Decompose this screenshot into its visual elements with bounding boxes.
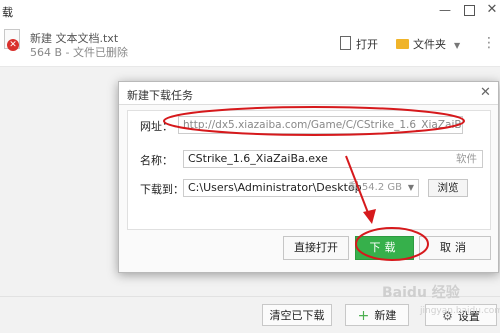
folder-icon [396, 39, 409, 49]
document-icon [340, 36, 351, 50]
window-title: 载 [2, 6, 13, 19]
url-input[interactable]: http://dx5.xiazaiba.com/Game/C/CStrike_1… [178, 116, 463, 134]
open-folder-button[interactable]: 文件夹 ▼ [396, 36, 460, 52]
open-folder-label: 文件夹 [413, 38, 446, 51]
dialog-close-icon[interactable]: ✕ [480, 85, 491, 100]
url-label: 网址： [140, 120, 173, 133]
free-space-label: 剩:54.2 GB [348, 182, 402, 193]
plus-icon: + [357, 308, 370, 324]
dialog-title: 新建下载任务 [127, 89, 193, 102]
more-options-icon[interactable]: ⋮ [482, 35, 496, 51]
file-status: 564 B - 文件已删除 [30, 46, 129, 59]
clear-downloaded-button[interactable]: 清空已下载 [262, 304, 332, 326]
new-task-label: 新建 [374, 309, 397, 322]
baidu-watermark-url: jingyan.baidu.com [420, 306, 500, 316]
file-name-input[interactable]: CStrike_1.6_XiaZaiBa.exe 软件 [183, 150, 483, 168]
minimize-icon[interactable]: — [438, 3, 452, 17]
name-label: 名称： [140, 154, 173, 167]
open-file-button[interactable]: 打开 [340, 36, 378, 52]
save-path-value: C:\Users\Administrator\Desktop [188, 181, 362, 194]
dialog-form: 网址： http://dx5.xiazaiba.com/Game/C/CStri… [127, 110, 491, 230]
chevron-down-icon[interactable]: ▼ [408, 180, 414, 196]
title-bar: 载 — ✕ [0, 0, 500, 23]
cancel-button[interactable]: 取消 [419, 236, 491, 260]
new-download-dialog: 新建下载任务 ✕ 网址： http://dx5.xiazaiba.com/Gam… [118, 81, 499, 273]
new-task-button[interactable]: + 新建 [345, 304, 409, 326]
browse-button[interactable]: 浏览 [428, 179, 468, 197]
download-list-item[interactable]: ✕ 新建 文本文档.txt 564 B - 文件已删除 打开 文件夹 ▼ ⋮ [0, 22, 500, 67]
save-path-label: 下载到： [140, 183, 184, 196]
download-button[interactable]: 下载 [355, 236, 414, 260]
error-icon: ✕ [7, 39, 19, 51]
file-type-label: 软件 [456, 153, 477, 165]
open-file-label: 打开 [356, 38, 378, 51]
file-name-value: CStrike_1.6_XiaZaiBa.exe [188, 152, 328, 165]
maximize-icon[interactable] [462, 3, 476, 17]
baidu-watermark: Baidu 经验 [382, 285, 460, 301]
chevron-down-icon[interactable]: ▼ [454, 41, 460, 50]
open-directly-button[interactable]: 直接打开 [283, 236, 349, 260]
save-path-select[interactable]: C:\Users\Administrator\Desktop 剩:54.2 GB… [183, 179, 419, 197]
close-icon[interactable]: ✕ [485, 3, 499, 17]
dialog-title-bar: 新建下载任务 ✕ [119, 82, 498, 105]
